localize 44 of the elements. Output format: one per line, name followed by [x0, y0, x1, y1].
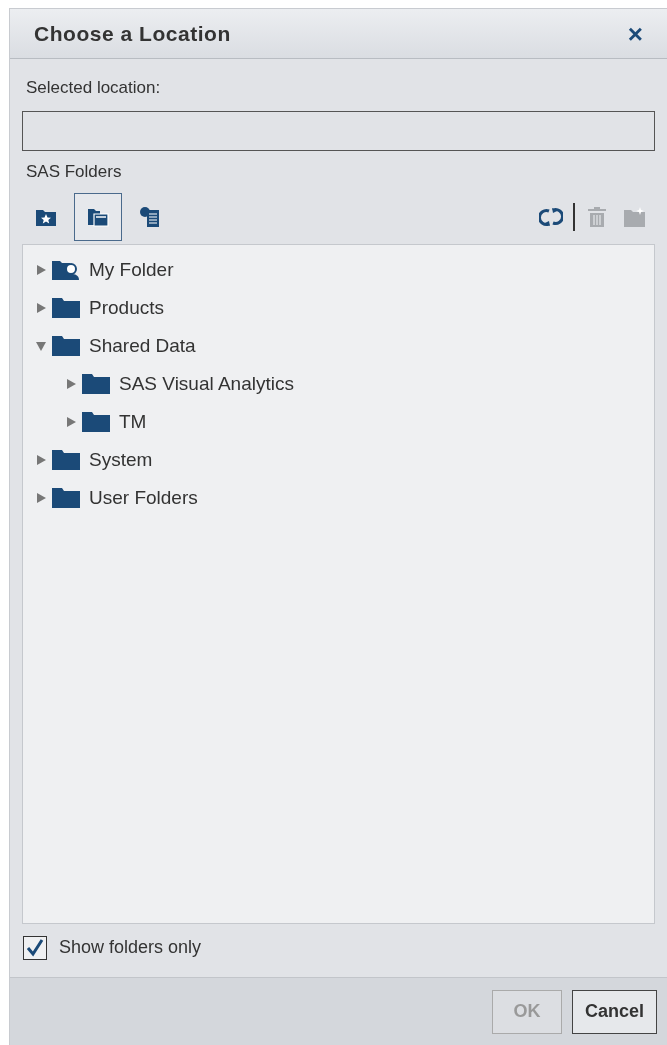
expand-arrow-icon[interactable]: [35, 492, 47, 504]
folder-name: Products: [89, 295, 164, 320]
folder-icon: [51, 297, 81, 319]
server-icon: [139, 206, 161, 228]
tree-item[interactable]: Products: [35, 289, 654, 327]
folder-name: System: [89, 447, 153, 472]
checkbox-label: Show folders only: [59, 936, 202, 959]
folder-name: User Folders: [89, 485, 198, 510]
folders-icon: [87, 207, 109, 227]
tree-item[interactable]: My Folder: [35, 251, 654, 289]
refresh-icon: [539, 207, 563, 227]
section-label: SAS Folders: [26, 160, 123, 183]
tree-item[interactable]: SAS Visual Analytics: [65, 365, 654, 403]
folder-icon: [51, 487, 81, 509]
folder-name: SAS Visual Analytics: [119, 371, 294, 396]
expand-arrow-icon[interactable]: [65, 416, 77, 428]
collapse-arrow-icon[interactable]: [35, 340, 47, 352]
folder-name: My Folder: [89, 257, 174, 282]
tree-item[interactable]: Shared Data: [35, 327, 654, 365]
expand-arrow-icon[interactable]: [35, 264, 47, 276]
view-button[interactable]: [74, 193, 122, 241]
dialog-button[interactable]: Cancel: [571, 989, 657, 1034]
checkbox[interactable]: [23, 935, 47, 960]
folder-icon: [81, 411, 111, 433]
tree-item[interactable]: User Folders: [35, 479, 654, 517]
folder-icon: [51, 449, 81, 471]
new-folder-icon: [623, 206, 647, 228]
window-title: Choose a Location: [34, 20, 231, 47]
tree-item[interactable]: TM: [65, 403, 654, 441]
location-field[interactable]: [22, 110, 655, 151]
folder-icon: [81, 373, 111, 395]
tree-item[interactable]: System: [35, 441, 654, 479]
folder-name: TM: [119, 409, 147, 434]
expand-arrow-icon[interactable]: [35, 302, 47, 314]
close-button[interactable]: ×: [627, 20, 643, 47]
expand-arrow-icon[interactable]: [35, 454, 47, 466]
field-label: Selected location:: [26, 77, 162, 99]
checkmark-icon: [26, 938, 44, 957]
user-folder-icon: [51, 259, 81, 281]
expand-arrow-icon[interactable]: [65, 378, 77, 390]
folder-name: Shared Data: [89, 333, 196, 358]
trash-icon: [586, 206, 608, 228]
star-folder-icon: [35, 207, 57, 227]
folder-icon: [51, 335, 81, 357]
